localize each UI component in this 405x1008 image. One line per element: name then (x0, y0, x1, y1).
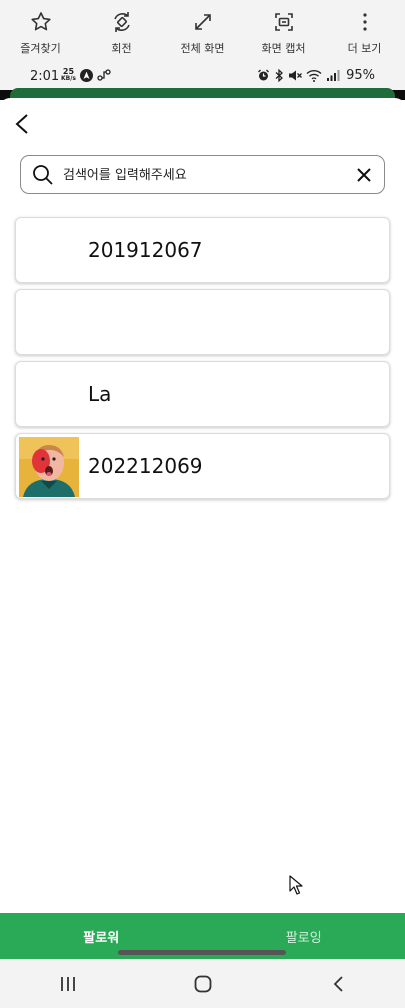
search-bar (20, 155, 385, 194)
system-back-button[interactable] (325, 971, 351, 997)
emulator-toolbar: 즐겨찾기 회전 전체 화면 화면 캡처 더 보기 (0, 0, 405, 60)
underlying-screen-edge (10, 88, 395, 98)
network-speed-unit: KB/s (61, 75, 76, 82)
follower-item[interactable]: 201912067 (15, 217, 390, 283)
recent-apps-icon (61, 977, 75, 991)
more-button[interactable]: 더 보기 (324, 0, 405, 60)
status-left-icons: 25 KB/s (61, 68, 111, 82)
screen-capture-label: 화면 캡처 (261, 42, 306, 55)
search-input[interactable] (63, 164, 343, 186)
clear-search-button[interactable] (353, 164, 375, 186)
fullscreen-label: 전체 화면 (180, 42, 225, 55)
mouse-cursor-icon (289, 875, 303, 899)
system-navigation-bar (0, 959, 405, 1008)
more-vertical-icon (362, 13, 367, 31)
status-bar: 2:01 25 KB/s 95% (0, 60, 405, 90)
link-icon (97, 69, 111, 81)
signal-icon (327, 70, 340, 81)
follower-name: 202212069 (88, 454, 203, 478)
screen-capture-icon (274, 13, 293, 31)
recent-apps-button[interactable] (55, 971, 81, 997)
network-speed: 25 KB/s (61, 68, 76, 82)
fullscreen-button[interactable]: 전체 화면 (162, 0, 243, 60)
rotate-button[interactable]: 회전 (81, 0, 162, 60)
follower-item[interactable]: 202212069 (15, 433, 390, 499)
home-button[interactable] (190, 971, 216, 997)
avatar (19, 437, 79, 497)
follower-name: 201912067 (88, 238, 203, 262)
followers-panel: 201912067 La (0, 98, 405, 913)
tab-scroll-indicator (118, 950, 286, 955)
follower-item[interactable]: La (15, 361, 390, 427)
star-icon (30, 12, 51, 31)
follower-name: La (88, 382, 112, 406)
status-time: 2:01 (30, 69, 60, 84)
search-icon (33, 165, 53, 185)
status-right-icons: 95% (257, 68, 375, 83)
fullscreen-icon (194, 14, 211, 30)
chevron-left-icon (333, 976, 343, 992)
rotate-label: 회전 (111, 42, 132, 55)
battery-level: 95% (346, 68, 375, 83)
follower-item[interactable] (15, 289, 390, 355)
more-label: 더 보기 (347, 42, 382, 55)
bluetooth-icon (275, 69, 284, 82)
back-arrow-icon (15, 114, 28, 134)
screen-capture-button[interactable]: 화면 캡처 (243, 0, 324, 60)
follower-list: 201912067 La 202212069 (15, 217, 390, 505)
favorites-label: 즐겨찾기 (20, 42, 61, 55)
home-icon (194, 975, 212, 993)
profile-photo-icon (19, 437, 79, 497)
navigation-app-icon (80, 68, 93, 82)
wifi-icon (306, 69, 322, 82)
back-button[interactable] (10, 110, 34, 138)
close-icon (357, 168, 371, 182)
favorites-button[interactable]: 즐겨찾기 (0, 0, 81, 60)
rotate-icon (113, 12, 130, 32)
alarm-icon (258, 69, 270, 81)
mute-icon (289, 70, 303, 81)
